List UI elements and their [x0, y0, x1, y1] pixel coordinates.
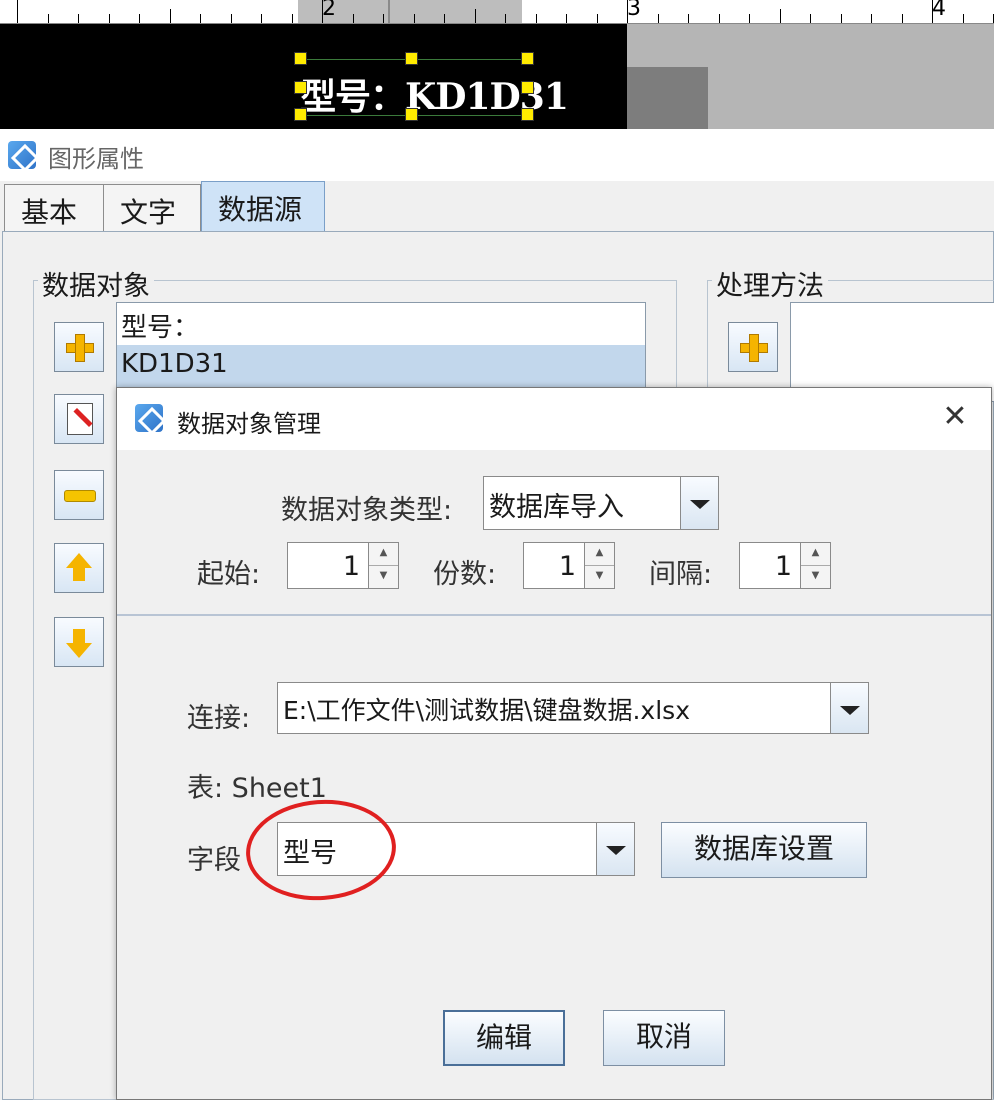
ruler-tick	[779, 9, 781, 23]
canvas-shadow-area	[627, 67, 708, 129]
tab-basic[interactable]: 基本	[4, 184, 104, 231]
ruler-tick	[901, 14, 903, 23]
object-type-value: 数据库导入	[489, 492, 624, 523]
start-value: 1	[342, 551, 360, 582]
table-info: 表: Sheet1	[187, 773, 327, 804]
app-logo-icon	[135, 404, 163, 432]
ruler-tick	[17, 0, 18, 23]
data-object-group-title: 数据对象	[38, 264, 154, 303]
window-titlebar: 图形属性	[0, 129, 994, 181]
ruler-mark: 2	[322, 0, 336, 21]
add-processing-button[interactable]	[728, 322, 778, 372]
field-label: 字段	[187, 845, 241, 876]
edit-data-object-button[interactable]	[54, 394, 104, 444]
ruler-tick	[47, 14, 49, 23]
data-object-manager-dialog: 数据对象管理 ✕ 数据对象类型: 数据库导入 起始: 1 ▲ ▼ 份数: 1 ▲ ▼…	[116, 387, 992, 1100]
resize-handle[interactable]	[405, 52, 418, 65]
dialog-divider	[117, 614, 991, 616]
ruler-cursor-line	[388, 0, 390, 23]
ruler-tick	[810, 14, 811, 23]
tab-datasource[interactable]: 数据源	[201, 181, 325, 233]
ruler-tick	[108, 14, 110, 23]
ruler-tick	[291, 14, 293, 23]
start-label: 起始:	[197, 559, 261, 590]
resize-handle[interactable]	[521, 108, 534, 121]
ruler-tick	[840, 14, 842, 23]
remove-data-object-button[interactable]	[54, 470, 104, 520]
interval-value: 1	[774, 551, 792, 582]
database-settings-button[interactable]: 数据库设置	[661, 822, 867, 878]
interval-label: 间隔:	[649, 559, 713, 590]
copies-label: 份数:	[433, 559, 497, 590]
stepper-buttons[interactable]: ▲ ▼	[584, 543, 614, 588]
list-item[interactable]: KD1D31	[117, 345, 645, 387]
resize-handle[interactable]	[405, 108, 418, 121]
object-type-label: 数据对象类型:	[281, 495, 453, 526]
list-item[interactable]: 型号：	[117, 303, 645, 345]
add-data-object-button[interactable]	[54, 322, 104, 372]
resize-handle[interactable]	[294, 108, 307, 121]
resize-handle[interactable]	[521, 81, 534, 94]
close-icon[interactable]: ✕	[939, 402, 971, 434]
move-up-button[interactable]	[54, 543, 104, 593]
object-type-select[interactable]: 数据库导入	[483, 476, 719, 530]
ruler-mark: 4	[932, 0, 946, 21]
stepper-buttons[interactable]: ▲ ▼	[368, 543, 398, 588]
label-canvas[interactable]: 型号：KD1D31	[0, 24, 994, 129]
ruler-tick	[596, 14, 598, 23]
ruler-tick	[474, 9, 476, 23]
processing-method-group-title: 处理方法	[712, 264, 828, 303]
move-down-button[interactable]	[54, 617, 104, 667]
edit-button[interactable]: 编辑	[443, 1010, 565, 1066]
resize-handle[interactable]	[294, 81, 307, 94]
dialog-titlebar: 数据对象管理 ✕	[117, 388, 991, 450]
ruler-tick	[505, 14, 506, 23]
ruler-tick	[169, 9, 171, 23]
ruler-tick	[413, 14, 415, 23]
tab-text[interactable]: 文字	[103, 184, 201, 231]
ruler-tick	[535, 14, 537, 23]
app-logo-icon	[8, 141, 36, 169]
ruler-tick	[657, 14, 659, 23]
ruler-tick	[261, 14, 262, 23]
ruler-tick	[871, 14, 872, 23]
ruler-tick	[718, 14, 720, 23]
ruler-tick	[78, 14, 79, 23]
ruler-tick	[749, 14, 750, 23]
copies-stepper[interactable]: 1 ▲ ▼	[523, 542, 615, 589]
connection-select[interactable]: E:\工作文件\测试数据\键盘数据.xlsx	[277, 682, 869, 734]
ruler-tick	[566, 14, 567, 23]
interval-stepper[interactable]: 1 ▲ ▼	[739, 542, 831, 589]
ruler-tick	[139, 14, 140, 23]
connection-label: 连接:	[187, 703, 251, 734]
dialog-title: 数据对象管理	[177, 410, 321, 438]
ruler-tick	[230, 14, 232, 23]
ruler-tick	[962, 14, 964, 23]
copies-value: 1	[558, 551, 576, 582]
window-title: 图形属性	[48, 145, 144, 173]
ruler-tick	[383, 14, 384, 23]
ruler: 2 3 4	[0, 0, 994, 24]
connection-value: E:\工作文件\测试数据\键盘数据.xlsx	[283, 696, 690, 725]
cancel-button[interactable]: 取消	[603, 1010, 725, 1066]
ruler-tick	[444, 14, 445, 23]
resize-handle[interactable]	[521, 52, 534, 65]
ruler-tick	[200, 14, 201, 23]
start-stepper[interactable]: 1 ▲ ▼	[287, 542, 399, 589]
ruler-mark: 3	[627, 0, 641, 21]
chevron-down-icon[interactable]	[830, 683, 868, 733]
resize-handle[interactable]	[294, 52, 307, 65]
chevron-down-icon[interactable]	[596, 823, 634, 875]
ruler-tick	[688, 14, 689, 23]
chevron-down-icon[interactable]	[680, 477, 718, 529]
stepper-buttons[interactable]: ▲ ▼	[800, 543, 830, 588]
ruler-tick	[352, 14, 354, 23]
